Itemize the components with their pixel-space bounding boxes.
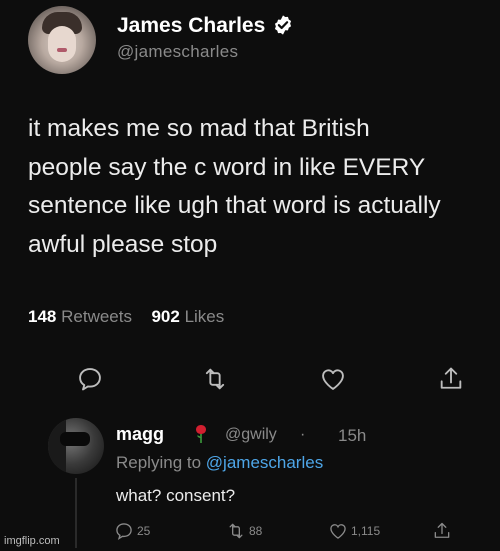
author-handle[interactable]: @jamescharles bbox=[117, 42, 238, 62]
reply-reply-button[interactable]: 25 bbox=[114, 520, 150, 542]
share-icon bbox=[434, 522, 450, 538]
tweet-text: it makes me so mad that British people s… bbox=[28, 110, 500, 264]
retweet-icon bbox=[229, 523, 243, 539]
reply-icon[interactable] bbox=[76, 365, 104, 393]
tweet-text-line: people say the c word in like EVERY bbox=[28, 153, 426, 181]
tweet-action-bar bbox=[0, 365, 500, 395]
reply-text: what? consent? bbox=[116, 486, 236, 505]
like-count[interactable]: 902 bbox=[151, 307, 179, 326]
retweets-label[interactable]: Retweets bbox=[61, 307, 132, 326]
reply-timestamp[interactable]: 15h bbox=[338, 426, 366, 446]
tweet-stats: 148 Retweets 902 Likes bbox=[28, 307, 224, 327]
avatar-sunglasses bbox=[60, 432, 90, 446]
reply-count: 25 bbox=[137, 524, 151, 538]
reply-action-bar: 25 88 1,115 bbox=[0, 520, 500, 544]
avatar-mouth bbox=[57, 48, 67, 52]
reply-author-avatar[interactable] bbox=[48, 418, 104, 474]
like-count: 1,115 bbox=[351, 524, 381, 538]
replying-to-mention[interactable]: @jamescharles bbox=[206, 453, 323, 472]
retweet-count[interactable]: 148 bbox=[28, 307, 56, 326]
avatar-hair bbox=[48, 418, 66, 474]
replying-to-prefix: Replying to bbox=[116, 453, 202, 472]
separator-dot: · bbox=[300, 426, 306, 443]
rose-emoji-icon bbox=[196, 425, 206, 443]
author-avatar[interactable] bbox=[28, 6, 96, 74]
reply-icon bbox=[116, 523, 132, 540]
share-icon[interactable] bbox=[437, 365, 465, 393]
reply-like-button[interactable]: 1,115 bbox=[328, 520, 380, 542]
reply-handle[interactable]: @gwily bbox=[225, 426, 277, 444]
avatar-face bbox=[48, 26, 76, 62]
retweet-count: 88 bbox=[249, 524, 263, 538]
reply-retweet-button[interactable]: 88 bbox=[226, 520, 262, 542]
tweet-text-line: it makes me so mad that British bbox=[28, 115, 370, 142]
retweet-icon[interactable] bbox=[201, 365, 229, 393]
reply-display-name[interactable]: magg bbox=[116, 424, 164, 445]
tweet-text-line: sentence like ugh that word is actually bbox=[28, 192, 441, 219]
replying-to: Replying to @jamescharles bbox=[116, 453, 323, 473]
author-display-name[interactable]: James Charles bbox=[117, 14, 265, 38]
watermark: imgflip.com bbox=[4, 535, 60, 547]
tweet-text-line: awful please stop bbox=[28, 230, 218, 258]
likes-label[interactable]: Likes bbox=[185, 307, 225, 326]
reply-share-button[interactable] bbox=[432, 520, 452, 542]
tweet-card: James Charles @jamescharles it makes me … bbox=[0, 0, 500, 551]
like-icon bbox=[330, 524, 346, 539]
verified-badge-icon bbox=[274, 15, 292, 35]
like-icon[interactable] bbox=[319, 365, 347, 393]
